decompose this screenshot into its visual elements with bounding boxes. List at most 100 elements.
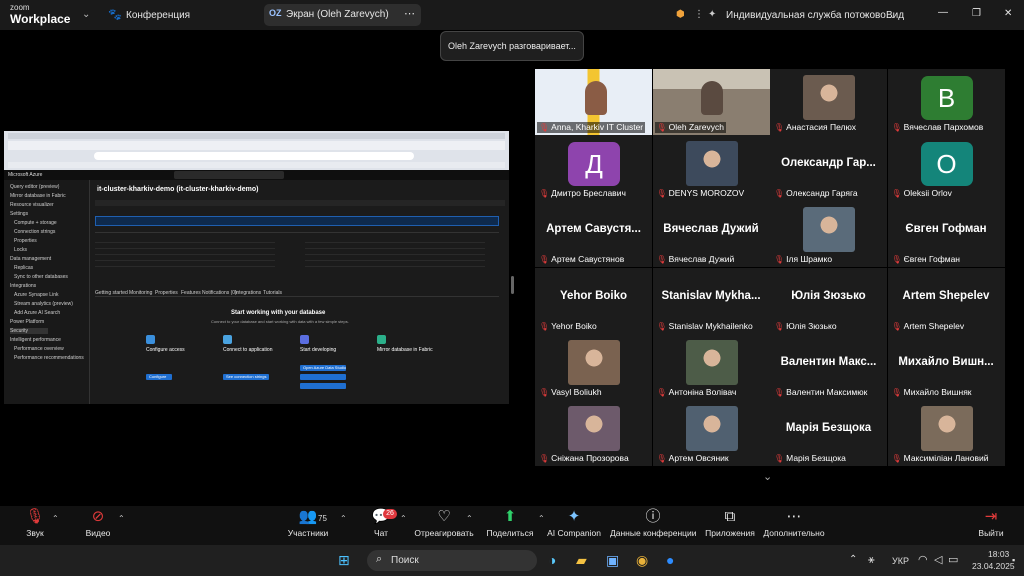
sidebar-item[interactable]: Replicas [14,265,33,271]
clock-date[interactable]: 23.04.2025 [972,561,1015,571]
notification-icon[interactable]: ▪ [1012,551,1015,569]
tab-features[interactable]: Features [181,290,201,296]
ai-companion-button[interactable]: ✦ AI Companion [546,506,602,545]
battery-icon[interactable]: ▭ [948,551,958,569]
participant-tile[interactable]: 🎙 Максиміліан Лановий [887,400,1005,466]
more-options-icon[interactable]: ⋯ [404,8,415,20]
close-icon[interactable]: ✕ [1004,8,1012,20]
more-button[interactable]: ⋯ Дополнительно [762,506,826,545]
restore-icon[interactable]: ❐ [972,8,981,20]
participant-tile[interactable]: Д 🎙 Дмитро Бреславич [535,135,652,202]
resize-handle[interactable] [511,276,514,294]
folder-icon[interactable]: ▰ [576,551,587,569]
chrome-icon[interactable]: ◉ [636,551,648,569]
chevron-up-icon[interactable]: ⌃ [466,514,473,523]
chevron-up-icon[interactable]: ⌃ [400,514,407,523]
chevron-up-icon[interactable]: ⌃ [340,514,347,523]
meeting-info-button[interactable]: ⓘ Данные конференции [610,506,697,545]
apps-button[interactable]: ⧉ Приложения [704,506,756,545]
speaker-icon[interactable]: ◁ [934,551,942,569]
leave-button[interactable]: ⇥ Выйти [976,506,1006,545]
view-button[interactable]: Вид [886,10,904,22]
participant-tile[interactable]: Вячеслав Дужий 🎙 Вячеслав Дужий [652,201,770,268]
sidebar-item[interactable]: Sync to other databases [14,274,68,280]
sidebar-item[interactable]: Properties [14,238,37,244]
sidebar-item[interactable]: Intelligent performance [10,337,61,343]
chevron-up-icon[interactable]: ⌃ [52,514,59,523]
sidebar-item[interactable]: Stream analytics (preview) [14,301,73,307]
participant-tile[interactable]: Stanislav Mykha... 🎙 Stanislav Mykhailenko [652,267,770,334]
sidebar-item[interactable]: Resource visualizer [10,202,54,208]
tab-tutorials[interactable]: Tutorials [263,290,282,296]
shield-icon[interactable]: ⬢ [676,9,685,21]
sidebar-item[interactable]: Azure Synapse Link [14,292,58,298]
participant-tile[interactable]: Artem Shepelev 🎙 Artem Shepelev [887,267,1005,334]
screen-share-indicator[interactable]: OZ Экран (Oleh Zarevych) ⋯ [264,4,421,26]
sidebar-item[interactable]: Add Azure AI Search [14,310,60,316]
shared-screen[interactable]: Microsoft Azure Query editor (preview) M… [4,131,509,404]
participant-tile[interactable]: Артем Савустя... 🎙 Артем Савустянов [535,201,652,268]
sidebar-item[interactable]: Performance recommendations [14,355,84,361]
audio-button[interactable]: 🎙 Звук [20,506,50,545]
tab-integrations[interactable]: Integrations [235,290,261,296]
chevron-up-icon[interactable]: ⌃ [538,514,545,523]
chevron-down-icon[interactable]: ⌄ [763,470,772,483]
chevron-up-icon[interactable]: ⌃ [118,514,125,523]
tab-monitoring[interactable]: Monitoring [129,290,152,296]
video-button[interactable]: ⊘ Видео [82,506,114,545]
tab-properties[interactable]: Properties [155,290,178,296]
minimize-icon[interactable]: — [938,7,948,19]
network-icon[interactable]: ⚹ [868,551,875,569]
sidebar-item[interactable]: Integrations [10,283,36,289]
tab-notifications[interactable]: Notifications (0) [202,290,237,296]
share-button[interactable]: ⬆ Поделиться [486,506,534,545]
clock-time[interactable]: 18:03 [988,549,1009,559]
sidebar-item[interactable]: Compute + storage [14,220,57,226]
participant-tile[interactable]: 🎙 DENYS MOROZOV [652,135,770,202]
participant-tile[interactable]: 🎙 Сніжана Прозорова [535,400,652,466]
tab-getting-started[interactable]: Getting started [95,290,128,296]
participant-tile[interactable]: 🎙 Anna, Kharkiv IT Cluster [535,69,652,135]
azure-search-input[interactable] [174,171,284,179]
participant-tile[interactable]: Олександр Гар... 🎙 Олександр Гаряга [770,135,887,202]
participant-tile[interactable]: Михайло Вишн... 🎙 Михайло Вишняк [887,333,1005,400]
participant-tile[interactable]: Валентин Макс... 🎙 Валентин Максимюк [770,333,887,400]
store-icon[interactable]: ▣ [606,551,619,569]
participant-tile[interactable]: Юлія Зюзько 🎙 Юлія Зюзько [770,267,887,334]
sidebar-item[interactable]: Data management [10,256,51,262]
participant-tile[interactable]: Yehor Boiko 🎙 Yehor Boiko [535,267,652,334]
chevron-down-icon[interactable]: ⌄ [82,9,90,21]
react-button[interactable]: ♡ Отреагировать [414,506,474,545]
participant-tile[interactable]: 🎙 Артем Овсяник [652,400,770,466]
participants-button[interactable]: 👥 Участники [286,506,330,545]
configure-button[interactable]: Configure [146,374,172,380]
participant-tile[interactable]: 🎙 Антоніна Волівач [652,333,770,400]
edge-icon[interactable]: ◑ [548,551,556,569]
wifi-icon[interactable]: ◠ [918,551,928,569]
participant-tile[interactable]: 🎙 Іля Шрамко [770,201,887,268]
chevron-up-icon[interactable]: ⌃ [849,551,857,569]
participant-tile[interactable]: Євген Гофман 🎙 Євген Гофман [887,201,1005,268]
connection-strings-button[interactable]: See connection strings [223,374,269,380]
participant-tile[interactable]: 🎙 Анастасия Пелюх [770,69,887,135]
windows-start-icon[interactable]: ⊞ [338,551,350,569]
language-indicator[interactable]: УКР [892,556,909,566]
open-vscode-button[interactable] [300,383,346,389]
sidebar-item[interactable]: Query editor (preview) [10,184,59,190]
zoom-icon[interactable]: ● [666,551,674,569]
sidebar-item[interactable]: Mirror database in Fabric [10,193,66,199]
chevron-down-icon[interactable]: ⌄ [861,8,869,20]
participant-tile[interactable]: 🎙 Oleh Zarevych [652,69,770,135]
sidebar-item[interactable]: Performance overview [14,346,64,352]
search-input[interactable]: ⌕ Поиск [367,550,537,571]
sidebar-item[interactable]: Locks [14,247,27,253]
open-data-studio-button[interactable]: Open Azure Data Studio [300,365,346,371]
participant-tile[interactable]: 🎙 Vasyl Boliukh [535,333,652,400]
participant-tile[interactable]: В 🎙 Вячеслав Пархомов [887,69,1005,135]
open-visual-studio-button[interactable] [300,374,346,380]
sidebar-item[interactable]: Connection strings [14,229,55,235]
sidebar-item[interactable]: Power Platform [10,319,44,325]
participant-tile[interactable]: Марія Безщока 🎙 Марія Безщока [770,400,887,466]
sidebar-item[interactable]: Security [10,328,49,334]
more-vertical-icon[interactable]: ⋮ [694,9,704,21]
